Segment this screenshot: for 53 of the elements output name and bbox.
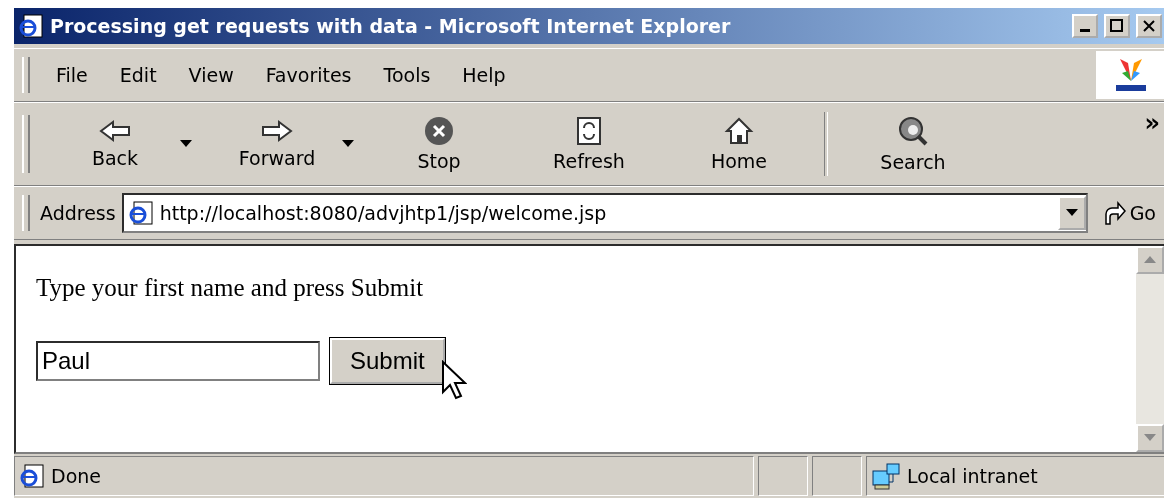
address-field[interactable]: http://localhost:8080/advjhtp1/jsp/welcome.jsp [121, 193, 1088, 233]
network-computers-icon [871, 461, 901, 491]
stop-icon [424, 116, 454, 146]
maximize-icon [1110, 19, 1124, 33]
address-label: Address [40, 202, 116, 224]
toolbar-button[interactable]: Refresh [514, 116, 664, 172]
toolbar-button[interactable]: Stop [364, 116, 514, 172]
scrollbar[interactable] [1136, 246, 1164, 452]
refresh-icon [576, 116, 602, 146]
caret-icon[interactable] [180, 140, 192, 148]
window-title: Processing get requests with data - Microsoft Internet Explorer [50, 15, 732, 37]
submit-button[interactable]: Submit [330, 338, 445, 384]
toolbar-button[interactable]: Forward [202, 119, 352, 169]
status-text: Done [51, 465, 101, 487]
toolbar-button[interactable]: Home [664, 116, 814, 172]
up-arrow-icon [1144, 256, 1156, 264]
minimize-button[interactable] [1072, 14, 1098, 38]
scroll-down-button[interactable] [1136, 424, 1164, 452]
caret-icon[interactable] [342, 140, 354, 148]
close-icon [1142, 19, 1156, 33]
menu-item[interactable]: File [40, 64, 104, 86]
forward-arrow-icon [261, 119, 293, 143]
status-pane [758, 456, 808, 496]
toolbar-button[interactable]: Search [838, 115, 988, 173]
close-button[interactable] [1136, 14, 1162, 38]
minimize-icon [1080, 28, 1090, 32]
toolbar-grip[interactable] [22, 56, 30, 94]
browser-icon [18, 13, 44, 39]
mouse-pointer-icon [441, 360, 467, 400]
toolbar-grip[interactable] [22, 194, 30, 232]
menu-item[interactable]: Help [446, 64, 522, 86]
status-pane [812, 456, 862, 496]
down-arrow-icon [1144, 434, 1156, 442]
page-icon [127, 200, 154, 226]
search-icon [897, 115, 929, 147]
home-icon [724, 116, 754, 146]
toolbar-grip[interactable] [22, 115, 30, 173]
toolbar-button[interactable]: Back [40, 119, 190, 169]
caret-icon [1065, 209, 1078, 217]
maximize-button[interactable] [1104, 14, 1130, 38]
instruction-text: Type your first name and press Submit [36, 274, 425, 302]
page-icon [19, 463, 45, 489]
zone-text: Local intranet [907, 465, 1038, 487]
menu-item[interactable]: Tools [367, 64, 447, 86]
toolbar-overflow[interactable]: » [1144, 109, 1160, 137]
menu-item[interactable]: Edit [103, 64, 173, 86]
name-field[interactable]: Paul [36, 341, 320, 381]
menu-item[interactable]: Favorites [249, 64, 368, 86]
dropdown-button[interactable] [1057, 196, 1086, 230]
menu-item[interactable]: View [172, 64, 250, 86]
go-button[interactable]: Go [1087, 200, 1164, 226]
back-arrow-icon [99, 119, 131, 143]
scroll-up-button[interactable] [1136, 246, 1164, 274]
